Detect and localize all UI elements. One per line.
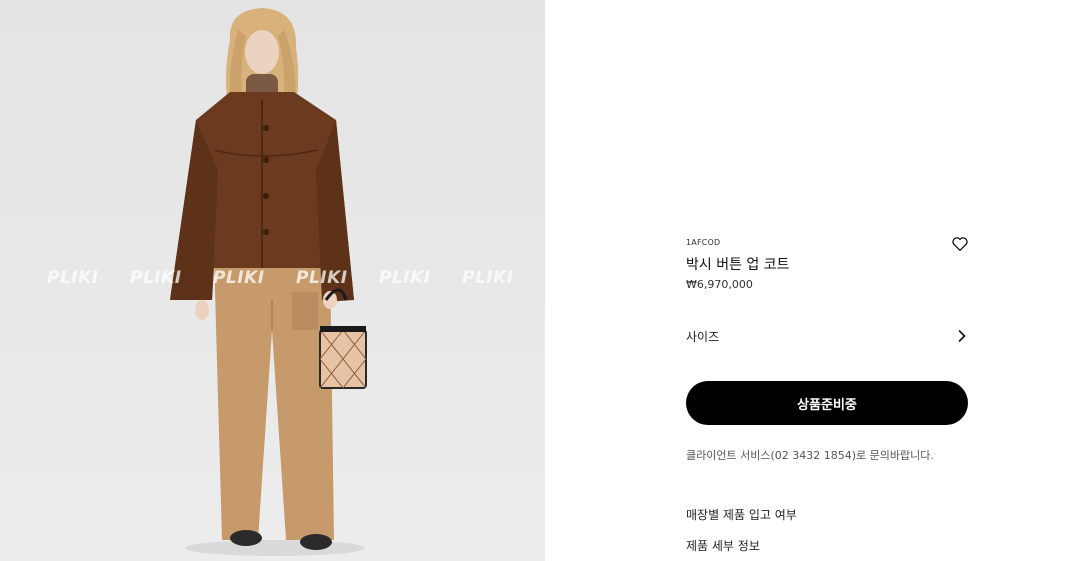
product-info-panel: 1AFCOD 박시 버튼 업 코트 ₩6,970,000 사이즈 상품준비중 클… [686, 0, 968, 561]
watermark: PLIKI [47, 268, 99, 288]
preparing-product-button[interactable]: 상품준비중 [686, 381, 968, 425]
size-selector[interactable]: 사이즈 [686, 326, 968, 346]
size-label: 사이즈 [686, 330, 720, 344]
product-details-link[interactable]: 제품 세부 정보 [686, 537, 760, 554]
watermark-row: PLIKI PLIKI PLIKI PLIKI PLIKI PLIKI [0, 268, 545, 292]
watermark: PLIKI [296, 268, 348, 288]
product-sku: 1AFCOD [686, 238, 721, 247]
wishlist-button[interactable] [951, 236, 969, 252]
watermark: PLIKI [130, 268, 182, 288]
product-title: 박시 버튼 업 코트 [686, 257, 790, 273]
watermark: PLIKI [213, 268, 265, 288]
watermark: PLIKI [462, 268, 514, 288]
client-service-text: 클라이언트 서비스(02 3432 1854)로 문의바랍니다. [686, 449, 934, 462]
chevron-right-icon [958, 330, 966, 342]
heart-icon [952, 237, 968, 251]
product-price: ₩6,970,000 [686, 278, 753, 291]
store-stock-link[interactable]: 매장별 제품 입고 여부 [686, 506, 797, 523]
product-image[interactable]: PLIKI PLIKI PLIKI PLIKI PLIKI PLIKI [0, 0, 545, 561]
watermark: PLIKI [379, 268, 431, 288]
